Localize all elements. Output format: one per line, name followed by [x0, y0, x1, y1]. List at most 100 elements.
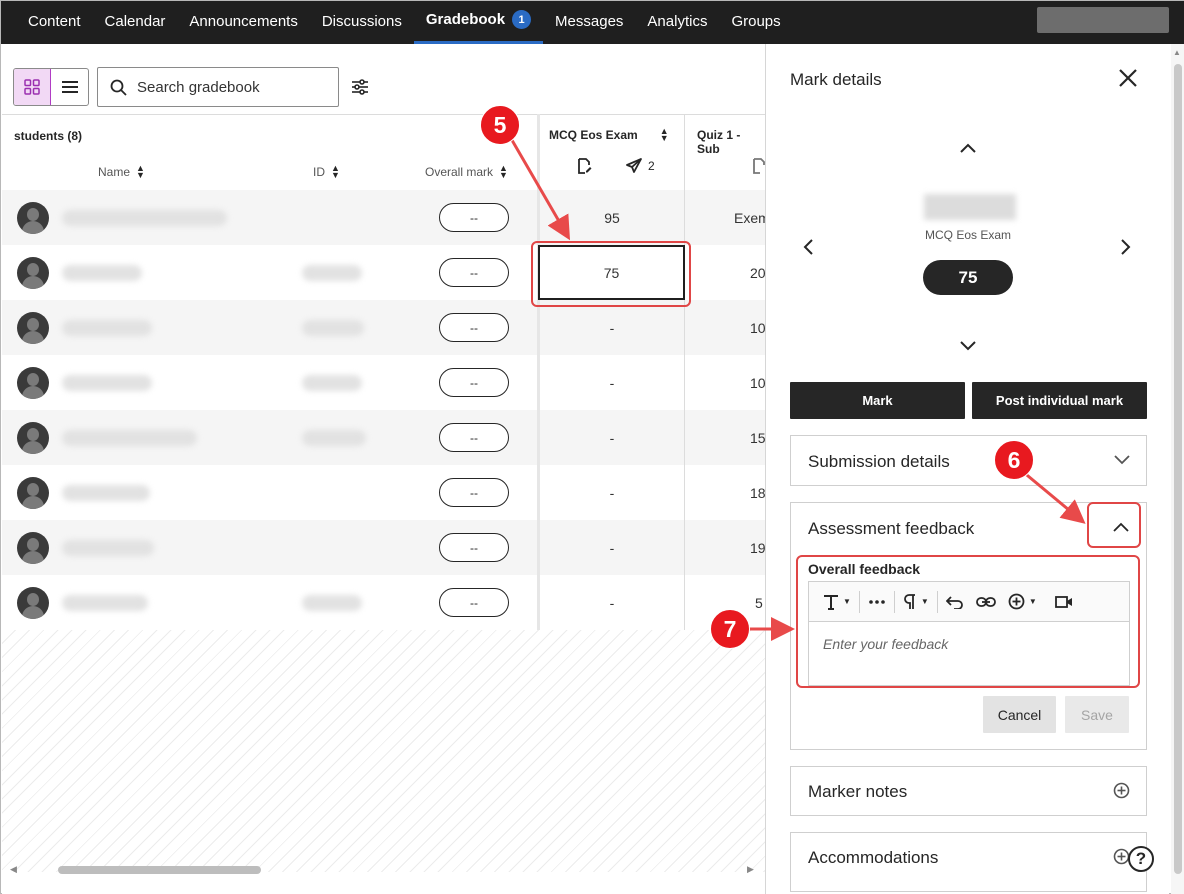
- id-column-header[interactable]: ID ▲ ▼: [313, 164, 340, 180]
- avatar: [17, 312, 49, 344]
- exam-mark-cell[interactable]: 95: [539, 190, 685, 245]
- save-button[interactable]: Save: [1065, 696, 1129, 733]
- quiz-mark-cell[interactable]: 20: [750, 245, 765, 300]
- quiz-mark-cell[interactable]: 5: [755, 575, 763, 630]
- chevron-up-icon: [960, 143, 976, 153]
- student-name-redacted[interactable]: [62, 265, 142, 281]
- overall-mark-pill[interactable]: --: [439, 533, 509, 562]
- overall-mark-pill[interactable]: --: [439, 588, 509, 617]
- exam-mark-cell[interactable]: -: [539, 300, 685, 355]
- post-individual-mark-button[interactable]: Post individual mark: [972, 382, 1147, 419]
- table-row: -- - 5: [2, 575, 765, 630]
- quiz-mark-cell[interactable]: 10: [750, 300, 765, 355]
- assessment-feedback-title: Assessment feedback: [808, 519, 975, 538]
- tab-analytics[interactable]: Analytics: [635, 1, 719, 41]
- quiz-mark-cell[interactable]: 10: [750, 355, 765, 410]
- accommodations-section[interactable]: Accommodations: [790, 832, 1147, 892]
- avatar: [17, 587, 49, 619]
- tab-gradebook-label: Gradebook: [425, 11, 506, 28]
- student-name-redacted[interactable]: [62, 320, 152, 336]
- exam-mark-cell[interactable]: -: [539, 575, 685, 630]
- student-id-redacted: [302, 265, 362, 281]
- search-input[interactable]: [137, 78, 327, 96]
- grid-view-button[interactable]: [14, 69, 51, 105]
- chevron-down-icon: [960, 341, 976, 351]
- tab-gradebook[interactable]: Gradebook 1: [413, 1, 544, 44]
- student-id-redacted: [302, 595, 362, 611]
- scroll-up-arrow[interactable]: ▲: [1173, 48, 1181, 57]
- avatar: [17, 477, 49, 509]
- avatar: [17, 422, 49, 454]
- tab-announcements[interactable]: Announcements: [177, 1, 309, 41]
- student-name-redacted[interactable]: [62, 485, 150, 501]
- tab-content[interactable]: Content: [16, 1, 93, 41]
- help-button[interactable]: ?: [1128, 846, 1154, 872]
- accommodations-title: Accommodations: [808, 848, 939, 867]
- tab-messages[interactable]: Messages: [543, 1, 635, 41]
- submission-count: 2: [648, 159, 655, 173]
- student-id-redacted: [302, 430, 366, 446]
- grid-icon: [24, 79, 40, 95]
- student-name-redacted[interactable]: [62, 430, 197, 446]
- overall-mark-column-header[interactable]: Overall mark ▲ ▼: [425, 164, 508, 180]
- search-gradebook-field[interactable]: [97, 67, 339, 107]
- table-row: -- 95 Exem: [2, 190, 765, 245]
- mcq-exam-column-header[interactable]: MCQ Eos Exam ▲ ▼: [549, 127, 669, 143]
- column-divider: [684, 114, 685, 630]
- quiz-mark-cell[interactable]: 18: [750, 465, 765, 520]
- mark-button[interactable]: Mark: [790, 382, 965, 419]
- student-name-redacted[interactable]: [62, 375, 152, 391]
- top-navigation: Content Calendar Announcements Discussio…: [1, 1, 1184, 44]
- overall-mark-pill[interactable]: --: [439, 258, 509, 287]
- horizontal-scrollbar[interactable]: [58, 866, 261, 874]
- mark-details-panel: Mark details MCQ Eos Exam 75 Mark Post i…: [765, 44, 1169, 894]
- tab-calendar[interactable]: Calendar: [93, 1, 178, 41]
- previous-student-button[interactable]: [958, 138, 978, 158]
- student-name-redacted[interactable]: [62, 210, 227, 226]
- avatar: [17, 257, 49, 289]
- next-student-button[interactable]: [958, 336, 978, 356]
- gradebook-count-badge: 1: [512, 10, 532, 29]
- quiz-mark-cell[interactable]: 19: [750, 520, 765, 575]
- exam-mark-cell[interactable]: -: [539, 355, 685, 410]
- overall-mark-pill[interactable]: --: [439, 423, 509, 452]
- marker-notes-title: Marker notes: [808, 782, 908, 801]
- filter-settings-button[interactable]: [349, 76, 371, 98]
- quiz-mark-cell[interactable]: Exem: [734, 190, 765, 245]
- close-icon: [1119, 69, 1137, 87]
- scroll-right-arrow[interactable]: ▶: [747, 864, 754, 875]
- students-count-label: students (8): [14, 129, 83, 143]
- chevron-down-icon[interactable]: [1113, 454, 1131, 466]
- plus-circle-icon[interactable]: [1113, 782, 1130, 799]
- exam-mark-cell[interactable]: -: [539, 465, 685, 520]
- overall-mark-pill[interactable]: --: [439, 313, 509, 342]
- close-button[interactable]: [1116, 66, 1140, 90]
- exam-mark-cell[interactable]: -: [539, 410, 685, 465]
- cancel-button[interactable]: Cancel: [983, 696, 1056, 733]
- mark-value-pill: 75: [923, 260, 1013, 295]
- name-column-header[interactable]: Name ▲ ▼: [98, 164, 145, 180]
- scroll-thumb[interactable]: [1174, 64, 1182, 874]
- sliders-icon: [352, 79, 368, 95]
- next-item-button[interactable]: [1116, 237, 1136, 257]
- annotation-step-5: 5: [480, 105, 520, 145]
- quiz-column-header[interactable]: Quiz 1 - Sub: [697, 128, 765, 156]
- marker-notes-section[interactable]: Marker notes: [790, 766, 1147, 816]
- overall-mark-pill[interactable]: --: [439, 203, 509, 232]
- vertical-scrollbar[interactable]: ▲: [1171, 44, 1184, 894]
- table-row: -- - 10: [2, 300, 765, 355]
- exam-mark-cell[interactable]: -: [539, 520, 685, 575]
- quiz-mark-cell[interactable]: 15: [750, 410, 765, 465]
- user-menu-redacted[interactable]: [1037, 7, 1169, 33]
- list-view-button[interactable]: [51, 69, 88, 105]
- tab-discussions[interactable]: Discussions: [310, 1, 414, 41]
- tab-groups[interactable]: Groups: [719, 1, 792, 41]
- scroll-left-arrow[interactable]: ◀: [10, 864, 17, 875]
- student-name-redacted[interactable]: [62, 595, 148, 611]
- overall-mark-pill[interactable]: --: [439, 368, 509, 397]
- document-edit-icon: [753, 158, 765, 174]
- avatar: [17, 202, 49, 234]
- overall-mark-pill[interactable]: --: [439, 478, 509, 507]
- submission-details-section[interactable]: Submission details: [790, 435, 1147, 486]
- student-name-redacted[interactable]: [62, 540, 154, 556]
